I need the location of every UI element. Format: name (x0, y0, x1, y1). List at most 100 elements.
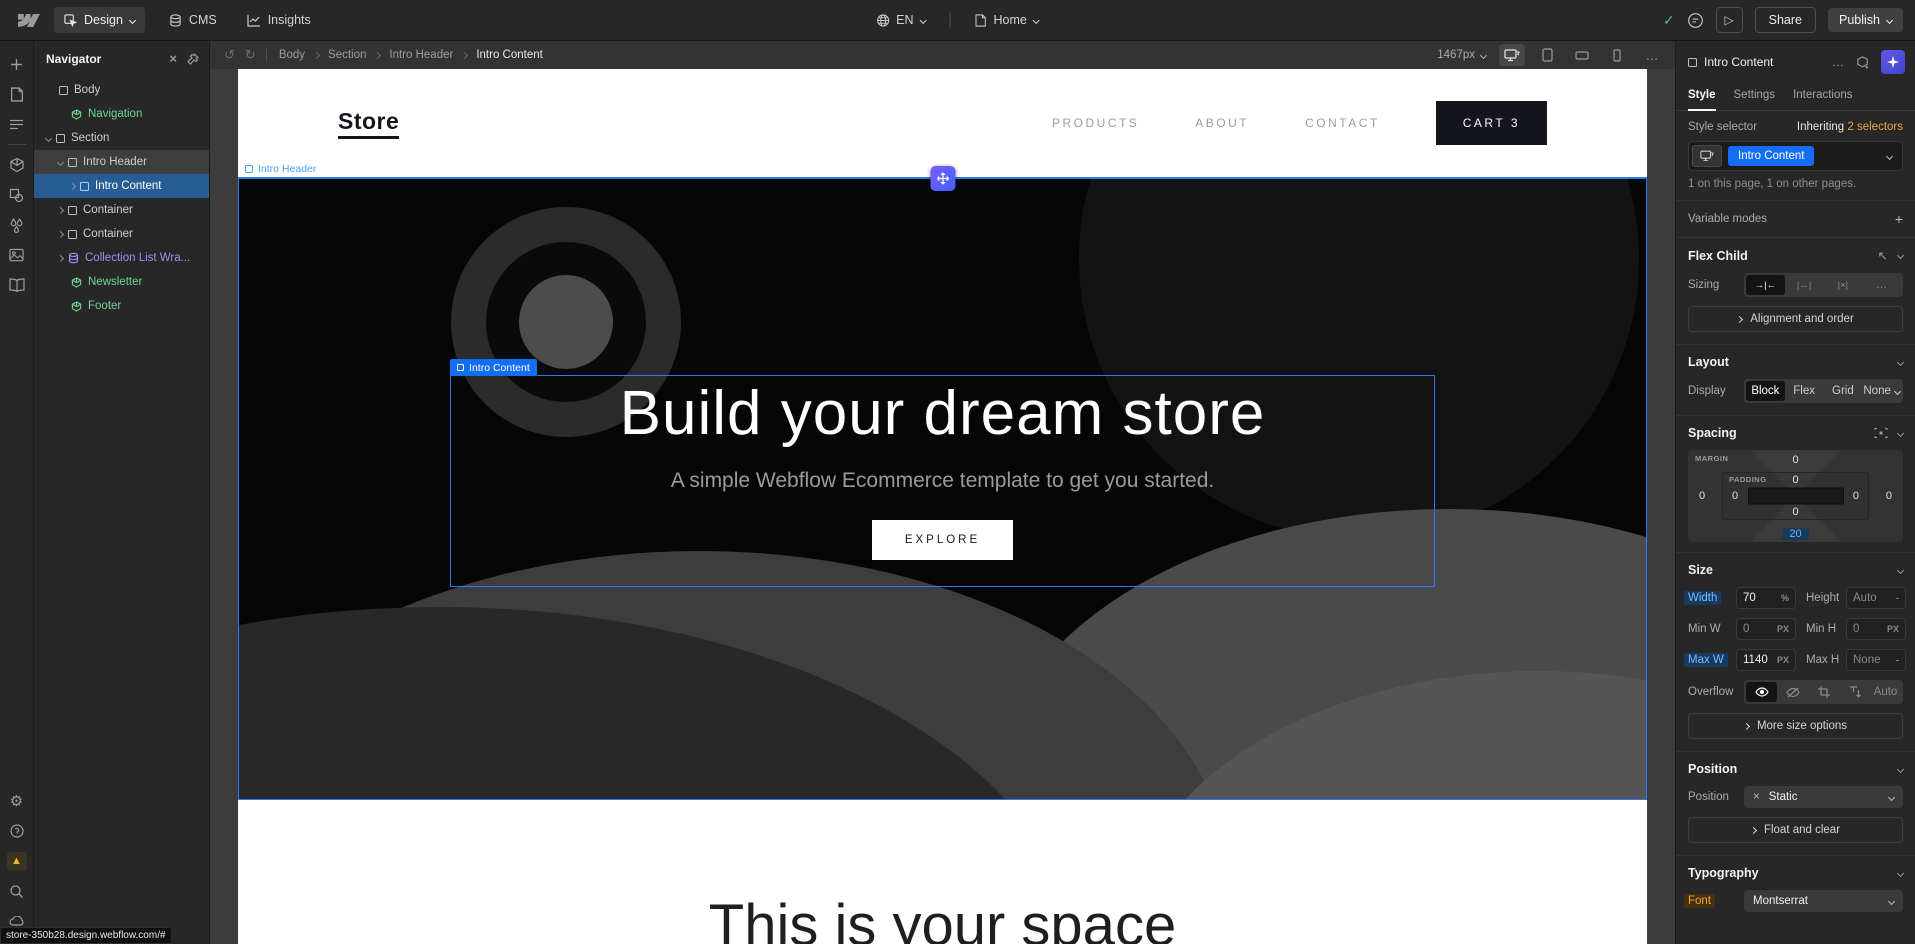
tree-item-intro-header[interactable]: Intro Header (34, 150, 209, 174)
display-flex-option[interactable]: Flex (1785, 381, 1824, 401)
margin-left-value[interactable]: 0 (1699, 490, 1705, 502)
min-height-input[interactable]: 0 PX (1846, 618, 1906, 640)
undo-icon[interactable]: ↺ (224, 47, 235, 63)
page-selector[interactable]: Home (965, 7, 1049, 33)
preview-button[interactable]: ▷ (1716, 7, 1743, 33)
more-size-options-button[interactable]: More size options (1688, 713, 1903, 739)
max-height-input[interactable]: None - (1846, 649, 1906, 671)
breadcrumb-section[interactable]: Section (328, 49, 366, 61)
expand-icon[interactable] (57, 158, 64, 165)
flex-none-icon[interactable]: |×| (1824, 275, 1863, 295)
tree-item-intro-content[interactable]: Intro Content (34, 174, 209, 198)
collapse-icon[interactable] (57, 254, 64, 261)
tab-settings[interactable]: Settings (1734, 83, 1776, 110)
position-dropdown[interactable]: × Static (1744, 786, 1903, 808)
margin-right-value[interactable]: 0 (1886, 490, 1892, 502)
collapse-icon[interactable] (57, 206, 64, 213)
variables-icon[interactable] (0, 210, 34, 240)
breakpoint-tablet-icon[interactable] (1534, 44, 1560, 66)
width-input[interactable]: 70 % (1736, 587, 1796, 609)
max-width-input[interactable]: 1140 PX (1736, 649, 1796, 671)
spacing-settings-icon[interactable] (1874, 427, 1888, 439)
height-input[interactable]: Auto - (1846, 587, 1906, 609)
overflow-clip-icon[interactable] (1808, 682, 1839, 702)
add-variable-mode-icon[interactable]: + (1895, 211, 1903, 227)
canvas-viewport[interactable]: Store PRODUCTS ABOUT CONTACT CART 3 (210, 69, 1675, 944)
overflow-scroll-icon[interactable] (1839, 682, 1870, 702)
search-icon[interactable] (0, 876, 34, 906)
breadcrumb-body[interactable]: Body (279, 49, 305, 61)
breadcrumb-intro-header[interactable]: Intro Header (389, 49, 453, 61)
overflow-auto-option[interactable]: Auto (1870, 682, 1901, 702)
expand-icon[interactable] (45, 134, 52, 141)
breakpoint-phone-icon[interactable] (1604, 44, 1630, 66)
cart-button[interactable]: CART 3 (1436, 101, 1547, 145)
chevron-down-icon[interactable] (1897, 252, 1904, 259)
tab-style[interactable]: Style (1688, 83, 1716, 110)
locale-switcher[interactable]: EN (866, 7, 935, 33)
nav-link-products[interactable]: PRODUCTS (1052, 116, 1139, 130)
nav-link-contact[interactable]: CONTACT (1305, 116, 1380, 130)
overflow-hidden-icon[interactable] (1777, 682, 1808, 702)
site-logo[interactable]: Store (338, 108, 399, 139)
flex-grow-icon[interactable]: |↔| (1785, 275, 1824, 295)
alignment-order-button[interactable]: Alignment and order (1688, 306, 1903, 332)
ai-assistant-button[interactable] (1881, 50, 1905, 74)
assets-icon[interactable] (0, 240, 34, 270)
settings-icon[interactable]: ⚙ (0, 786, 34, 816)
create-component-icon[interactable] (1855, 55, 1870, 70)
publish-button[interactable]: Publish (1828, 8, 1903, 32)
upgrade-icon[interactable]: ▲ (0, 846, 34, 876)
padding-right-value[interactable]: 0 (1853, 490, 1859, 502)
tree-item-footer[interactable]: Footer (34, 294, 209, 318)
pin-icon[interactable] (187, 53, 199, 65)
flex-shrink-icon[interactable]: →|← (1746, 275, 1785, 295)
insights-button[interactable]: Insights (237, 7, 321, 33)
tree-item-section[interactable]: Section (34, 126, 209, 150)
drag-handle[interactable] (930, 166, 955, 191)
tree-item-navigation[interactable]: Navigation (34, 102, 209, 126)
selector-input[interactable]: Intro Content (1688, 141, 1903, 171)
selector-class-pill[interactable]: Intro Content (1728, 146, 1814, 166)
chevron-down-icon[interactable] (1897, 566, 1904, 573)
tab-interactions[interactable]: Interactions (1793, 83, 1852, 110)
padding-bottom-value[interactable]: 0 (1792, 506, 1798, 518)
intro-content-element[interactable]: Intro Content Build your dream store A s… (450, 375, 1435, 587)
chevron-down-icon[interactable] (1886, 152, 1893, 159)
flex-more-icon[interactable]: … (1862, 275, 1901, 295)
element-settings-icon[interactable]: … (1832, 55, 1844, 69)
share-button[interactable]: Share (1755, 7, 1816, 33)
breakpoint-phone-landscape-icon[interactable] (1569, 44, 1595, 66)
libraries-icon[interactable] (0, 270, 34, 300)
overflow-visible-icon[interactable] (1746, 682, 1777, 702)
webflow-logo[interactable] (18, 14, 40, 27)
pages-icon[interactable] (0, 79, 34, 109)
comments-button[interactable] (1687, 12, 1704, 29)
redo-icon[interactable]: ↻ (245, 47, 256, 63)
viewport-width-selector[interactable]: 1467px (1437, 49, 1486, 61)
collapse-icon[interactable] (69, 182, 76, 189)
padding-top-value[interactable]: 0 (1792, 474, 1798, 486)
display-block-option[interactable]: Block (1746, 381, 1785, 401)
chevron-down-icon[interactable] (1897, 869, 1904, 876)
margin-bottom-value[interactable]: 20 (1782, 528, 1808, 540)
help-icon[interactable] (0, 816, 34, 846)
inheriting-count[interactable]: 2 selectors (1847, 121, 1903, 133)
tree-item-body[interactable]: Body (34, 78, 209, 102)
margin-top-value[interactable]: 0 (1792, 454, 1798, 466)
design-mode-button[interactable]: Design (54, 7, 145, 33)
add-element-icon[interactable] (0, 49, 34, 79)
tree-item-container[interactable]: Container (34, 222, 209, 246)
clear-icon[interactable]: × (1753, 791, 1760, 803)
chevron-down-icon[interactable] (1897, 358, 1904, 365)
breadcrumb-intro-content[interactable]: Intro Content (476, 49, 542, 61)
explore-button[interactable]: EXPLORE (872, 520, 1013, 560)
more-breakpoints-icon[interactable]: … (1639, 44, 1665, 66)
styles-icon[interactable] (0, 180, 34, 210)
intro-header-section[interactable]: Intro Header Intro Content Build your dr… (238, 177, 1647, 800)
collapse-icon[interactable] (57, 230, 64, 237)
breakpoint-desktop-icon[interactable] (1499, 44, 1525, 66)
display-grid-option[interactable]: Grid (1824, 381, 1863, 401)
float-clear-button[interactable]: Float and clear (1688, 817, 1903, 843)
min-width-input[interactable]: 0 PX (1736, 618, 1796, 640)
